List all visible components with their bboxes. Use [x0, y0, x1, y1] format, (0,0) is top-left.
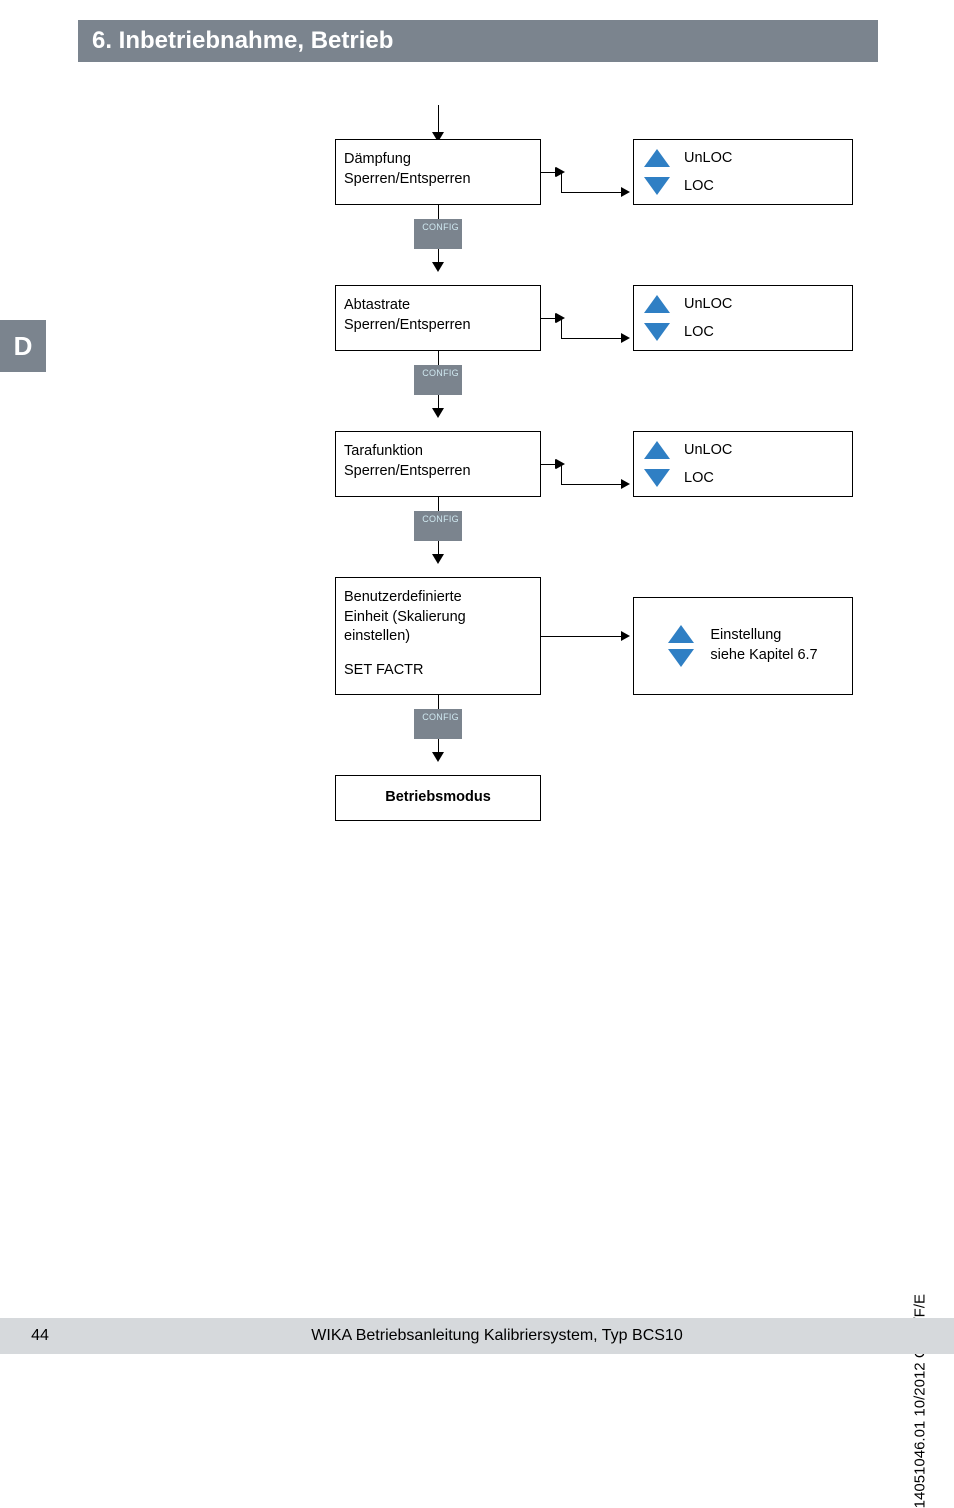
connector-line — [561, 464, 562, 484]
box-line: Betriebsmodus — [385, 789, 491, 805]
connector: CONFIG — [335, 205, 541, 285]
box-line: Benutzerdefinierte — [344, 588, 532, 608]
diagram-row: Tarafunktion Sperren/Entsperren UnLOC LO… — [335, 431, 875, 497]
config-button-icon: CONFIG — [414, 365, 462, 395]
option-label: LOC — [684, 178, 714, 194]
text-line: Einstellung — [710, 626, 817, 646]
section-header-text: 6. Inbetriebnahme, Betrieb — [92, 27, 393, 55]
entry-arrow-icon — [438, 105, 439, 139]
arrow-down-icon — [438, 541, 439, 561]
triangle-down-icon — [644, 469, 670, 487]
box-line: Dämpfung — [344, 150, 532, 170]
option-label: UnLOC — [684, 296, 732, 312]
option-row: LOC — [644, 177, 842, 195]
diagram-right-box: Einstellung siehe Kapitel 6.7 — [633, 597, 853, 695]
option-row: LOC — [644, 323, 842, 341]
connector-line — [438, 497, 439, 511]
box-line: Sperren/Entsperren — [344, 462, 532, 482]
connector: CONFIG — [335, 695, 541, 775]
box-line: einstellen) — [344, 627, 532, 647]
connector-line — [438, 351, 439, 365]
diagram-left-box: Tarafunktion Sperren/Entsperren — [335, 431, 541, 497]
diagram-row: Dämpfung Sperren/Entsperren UnLOC LOC — [335, 139, 875, 205]
triangle-group — [668, 625, 694, 667]
page-number: 44 — [0, 1327, 80, 1345]
option-row: UnLOC — [644, 441, 842, 459]
triangle-down-icon — [644, 323, 670, 341]
diagram-row: Betriebsmodus — [335, 775, 875, 821]
diagram-row: Benutzerdefinierte Einheit (Skalierung e… — [335, 577, 875, 695]
config-button-icon: CONFIG — [414, 219, 462, 249]
arrow-down-icon — [438, 249, 439, 269]
language-tab-label: D — [14, 331, 33, 362]
connector-line — [561, 318, 562, 338]
diagram-right-box: UnLOC LOC — [633, 431, 853, 497]
option-row: UnLOC — [644, 295, 842, 313]
diagram-right-box: UnLOC LOC — [633, 139, 853, 205]
arrow-down-icon — [438, 739, 439, 759]
connector-line — [561, 172, 562, 192]
text-line: siehe Kapitel 6.7 — [710, 646, 817, 666]
box-line: Sperren/Entsperren — [344, 316, 532, 336]
arrow-right-icon — [541, 636, 627, 637]
diagram-left-box: Dämpfung Sperren/Entsperren — [335, 139, 541, 205]
option-row: LOC — [644, 469, 842, 487]
connector: CONFIG — [335, 497, 541, 577]
triangle-up-icon — [644, 149, 670, 167]
connector-line — [438, 695, 439, 709]
box-line: Einheit (Skalierung — [344, 608, 532, 628]
diagram-final-box: Betriebsmodus — [335, 775, 541, 821]
footer-text: WIKA Betriebsanleitung Kalibriersystem, … — [80, 1327, 954, 1345]
option-label: LOC — [684, 324, 714, 340]
connector-line — [438, 205, 439, 219]
box-line: SET FACTR — [344, 661, 532, 681]
option-label: UnLOC — [684, 442, 732, 458]
option-text: Einstellung siehe Kapitel 6.7 — [710, 626, 817, 665]
language-tab: D — [0, 320, 46, 372]
spacer — [344, 647, 532, 661]
option-label: LOC — [684, 470, 714, 486]
section-header: 6. Inbetriebnahme, Betrieb — [78, 20, 878, 62]
diagram-left-box: Benutzerdefinierte Einheit (Skalierung e… — [335, 577, 541, 695]
config-label: CONFIG — [422, 222, 459, 232]
box-line: Sperren/Entsperren — [344, 170, 532, 190]
triangle-down-icon — [668, 649, 694, 667]
triangle-up-icon — [668, 625, 694, 643]
diagram-left-box: Abtastrate Sperren/Entsperren — [335, 285, 541, 351]
footer-bar: 44 WIKA Betriebsanleitung Kalibriersyste… — [0, 1318, 954, 1354]
config-button-icon: CONFIG — [414, 511, 462, 541]
arrow-right-icon — [561, 192, 627, 193]
arrow-down-icon — [438, 395, 439, 415]
arrow-right-icon — [561, 338, 627, 339]
flow-diagram: Dämpfung Sperren/Entsperren UnLOC LOC CO… — [335, 105, 875, 821]
arrow-right-icon — [561, 484, 627, 485]
config-button-icon: CONFIG — [414, 709, 462, 739]
option-label: UnLOC — [684, 150, 732, 166]
triangle-up-icon — [644, 441, 670, 459]
box-line: Abtastrate — [344, 296, 532, 316]
config-label: CONFIG — [422, 514, 459, 524]
box-line: Tarafunktion — [344, 442, 532, 462]
connector: CONFIG — [335, 351, 541, 431]
diagram-right-box: UnLOC LOC — [633, 285, 853, 351]
diagram-row: Abtastrate Sperren/Entsperren UnLOC LOC — [335, 285, 875, 351]
triangle-down-icon — [644, 177, 670, 195]
config-label: CONFIG — [422, 368, 459, 378]
triangle-up-icon — [644, 295, 670, 313]
option-row: UnLOC — [644, 149, 842, 167]
config-label: CONFIG — [422, 712, 459, 722]
